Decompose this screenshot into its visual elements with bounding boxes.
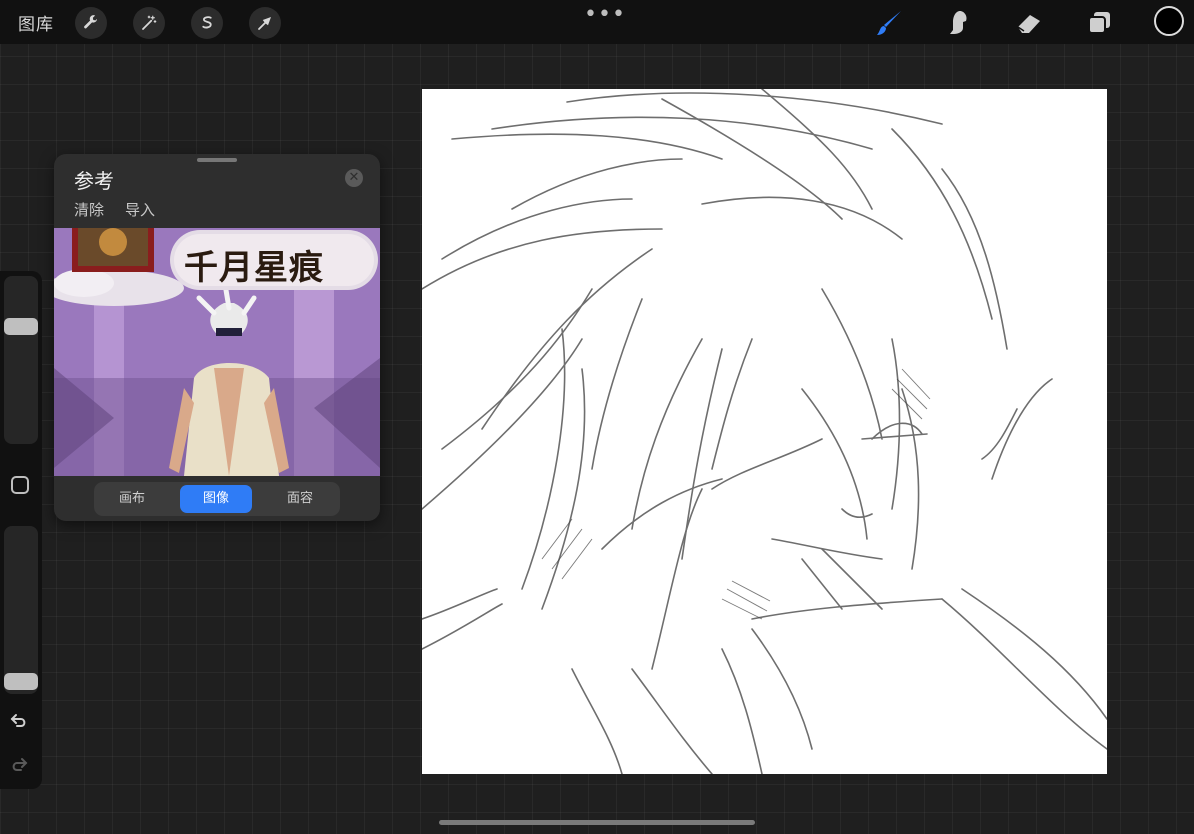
tab-image[interactable]: 图像 xyxy=(180,485,252,513)
brush-tool-button[interactable] xyxy=(872,6,906,40)
smudge-icon xyxy=(950,11,967,34)
layers-icon xyxy=(1088,12,1110,34)
drawing-canvas[interactable] xyxy=(422,89,1107,774)
modify-button[interactable] xyxy=(11,476,29,494)
reference-panel: 参考 ✕ 清除 导入 千月星痕 画布 图像 面容 xyxy=(54,154,380,521)
home-indicator[interactable] xyxy=(439,820,755,825)
color-picker-button[interactable] xyxy=(1154,6,1184,36)
tab-canvas[interactable]: 画布 xyxy=(96,485,168,513)
close-button[interactable]: ✕ xyxy=(345,169,363,187)
undo-icon xyxy=(10,714,26,727)
top-toolbar: 图库 ••• xyxy=(0,0,1194,44)
transform-arrow-icon xyxy=(258,17,271,30)
wrench-icon xyxy=(84,15,97,29)
undo-button[interactable] xyxy=(9,711,29,736)
magic-wand-icon xyxy=(142,15,157,30)
reference-image[interactable]: 千月星痕 xyxy=(54,228,380,476)
layers-button[interactable] xyxy=(1082,6,1116,40)
opacity-thumb[interactable] xyxy=(4,673,38,690)
panel-drag-handle[interactable] xyxy=(197,158,237,162)
eraser-tool-button[interactable] xyxy=(1012,6,1046,40)
clear-button[interactable]: 清除 xyxy=(74,199,104,220)
selection-button[interactable] xyxy=(191,7,223,39)
actions-button[interactable] xyxy=(75,7,107,39)
brush-icon xyxy=(877,11,901,35)
close-icon: ✕ xyxy=(348,170,360,185)
reference-mode-control: 画布 图像 面容 xyxy=(94,482,340,516)
reference-title: 参考 xyxy=(74,169,114,193)
more-options-button[interactable]: ••• xyxy=(584,2,626,27)
smudge-tool-button[interactable] xyxy=(942,6,976,40)
brush-size-thumb[interactable] xyxy=(4,318,38,335)
gallery-button[interactable]: 图库 xyxy=(18,10,54,35)
import-button[interactable]: 导入 xyxy=(125,199,155,220)
eraser-icon xyxy=(1017,15,1040,33)
selection-icon xyxy=(202,16,212,29)
sketch-drawing xyxy=(422,89,1107,774)
redo-button[interactable] xyxy=(9,755,29,780)
redo-icon xyxy=(12,758,28,771)
image-caption: 千月星痕 xyxy=(184,248,324,288)
adjustments-button[interactable] xyxy=(133,7,165,39)
transform-button[interactable] xyxy=(249,7,281,39)
opacity-slider[interactable] xyxy=(4,526,38,694)
tab-face[interactable]: 面容 xyxy=(264,485,336,513)
brush-size-slider[interactable] xyxy=(4,276,38,444)
left-sidebar xyxy=(0,271,42,789)
